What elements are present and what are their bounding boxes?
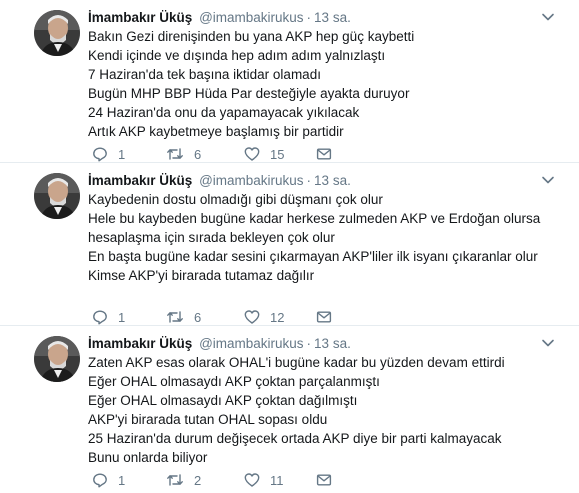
tweet-text-line: AKP'yi birarada tutan OHAL sopası oldu	[88, 412, 328, 427]
retweet-icon	[166, 472, 184, 488]
tweet-text-line: Kaybedenin dostu olmadığı gibi düşmanı ç…	[88, 192, 383, 207]
tweet-text-line: Zaten AKP esas olarak OHAL'i bugüne kada…	[88, 355, 505, 370]
tweet-time[interactable]: 13 sa.	[314, 10, 351, 25]
heart-icon	[244, 472, 260, 488]
tweet-text-line: Artık AKP kaybetmeye başlamış bir partid…	[88, 124, 344, 139]
tweet-text-line: Kendi içinde ve dışında hep adım adım ya…	[88, 48, 386, 63]
retweet-icon	[166, 146, 184, 162]
tweet-text-line: 24 Haziran'da onu da yapamayacak yıkılac…	[88, 105, 360, 120]
direct-message-button[interactable]	[316, 307, 332, 327]
chevron-down-icon[interactable]	[541, 10, 555, 24]
like-button[interactable]: 15	[244, 144, 284, 164]
tweet-text-line: Eğer OHAL olmasaydı AKP çoktan parçalanm…	[88, 374, 380, 389]
tweet-text-line: 25 Haziran'da durum değişecek ortada AKP…	[88, 431, 502, 446]
direct-message-button[interactable]	[316, 144, 332, 164]
like-button[interactable]: 11	[244, 470, 284, 490]
reply-count: 1	[118, 472, 126, 488]
tweet-content: İmambakır Üküş @imambakirukus · 13 sa. Bak…	[88, 8, 555, 162]
tweet-text-line: Bakın Gezi direnişinden bu yana AKP hep …	[88, 29, 415, 44]
envelope-icon	[316, 472, 332, 488]
tweet-time[interactable]: 13 sa.	[314, 336, 351, 351]
heart-icon	[244, 146, 260, 162]
author-handle[interactable]: @imambakirukus	[199, 173, 303, 188]
author-handle[interactable]: @imambakirukus	[199, 336, 303, 351]
reply-icon	[92, 146, 108, 162]
tweet-text: Bakın Gezi direnişinden bu yana AKP hep …	[88, 27, 555, 141]
reply-count: 1	[118, 146, 126, 162]
tweet-text-line: Kimse AKP'yi birarada tutamaz dağılır	[88, 268, 315, 283]
retweet-count: 2	[194, 472, 202, 488]
tweet-text-line: Eğer OHAL olmasaydı AKP çoktan dağılmışt…	[88, 393, 358, 408]
heart-icon	[244, 309, 260, 325]
tweet-actions: 1 6 15	[88, 144, 548, 164]
retweet-icon	[166, 309, 184, 325]
avatar[interactable]	[34, 173, 80, 219]
tweet-actions: 1 2 11	[88, 470, 548, 490]
tweet[interactable]: İmambakır Üküş @imambakirukus · 13 sa. Kay…	[0, 163, 579, 326]
retweet-button[interactable]: 6	[166, 144, 201, 164]
tweet-text-line: 7 Haziran'da tek başına iktidar olamadı	[88, 67, 321, 82]
tweet-text: Zaten AKP esas olarak OHAL'i bugüne kada…	[88, 353, 555, 467]
tweet-actions: 1 6 12	[88, 307, 548, 327]
avatar[interactable]	[34, 10, 80, 56]
tweet-header: İmambakır Üküş @imambakirukus · 13 sa.	[88, 8, 555, 27]
reply-icon	[92, 472, 108, 488]
retweet-button[interactable]: 2	[166, 470, 201, 490]
reply-button[interactable]: 1	[92, 470, 125, 490]
separator-dot: ·	[306, 10, 312, 25]
envelope-icon	[316, 309, 332, 325]
tweet-header: İmambakır Üküş @imambakirukus · 13 sa.	[88, 171, 555, 190]
tweet-timeline: İmambakır Üküş @imambakirukus · 13 sa. Bak…	[0, 0, 579, 493]
like-count: 12	[270, 309, 285, 325]
like-count: 15	[270, 146, 285, 162]
reply-button[interactable]: 1	[92, 144, 125, 164]
tweet-content: İmambakır Üküş @imambakirukus · 13 sa. Kay…	[88, 171, 555, 325]
tweet-text-line: En başta bugüne kadar sesini çıkarmayan …	[88, 249, 538, 264]
chevron-down-icon[interactable]	[541, 336, 555, 350]
like-button[interactable]: 12	[244, 307, 284, 327]
author-name[interactable]: İmambakır Üküş	[88, 336, 192, 351]
retweet-count: 6	[194, 146, 202, 162]
avatar[interactable]	[34, 336, 80, 382]
reply-icon	[92, 309, 108, 325]
tweet-text-line: Bunu onlarda biliyor	[88, 450, 208, 465]
tweet-content: İmambakır Üküş @imambakirukus · 13 sa. Zat…	[88, 334, 555, 488]
tweet-header: İmambakır Üküş @imambakirukus · 13 sa.	[88, 334, 555, 353]
tweet-text-line: hesaplaşma için sırada bekleyen çok olur	[88, 230, 335, 245]
tweet[interactable]: İmambakır Üküş @imambakirukus · 13 sa. Bak…	[0, 0, 579, 163]
chevron-down-icon[interactable]	[541, 173, 555, 187]
reply-button[interactable]: 1	[92, 307, 125, 327]
retweet-count: 6	[194, 309, 202, 325]
like-count: 11	[270, 472, 284, 488]
retweet-button[interactable]: 6	[166, 307, 201, 327]
direct-message-button[interactable]	[316, 470, 332, 490]
tweet[interactable]: İmambakır Üküş @imambakirukus · 13 sa. Zat…	[0, 326, 579, 489]
reply-count: 1	[118, 309, 126, 325]
tweet-text: Kaybedenin dostu olmadığı gibi düşmanı ç…	[88, 190, 555, 285]
author-name[interactable]: İmambakır Üküş	[88, 10, 192, 25]
tweet-text-line: Hele bu kaybeden bugüne kadar herkese zu…	[88, 211, 541, 226]
author-handle[interactable]: @imambakirukus	[199, 10, 303, 25]
tweet-time[interactable]: 13 sa.	[314, 173, 351, 188]
separator-dot: ·	[306, 173, 312, 188]
tweet-text-line: Bugün MHP BBP Hüda Par desteğiyle ayakta…	[88, 86, 410, 101]
separator-dot: ·	[306, 336, 312, 351]
envelope-icon	[316, 146, 332, 162]
author-name[interactable]: İmambakır Üküş	[88, 173, 192, 188]
